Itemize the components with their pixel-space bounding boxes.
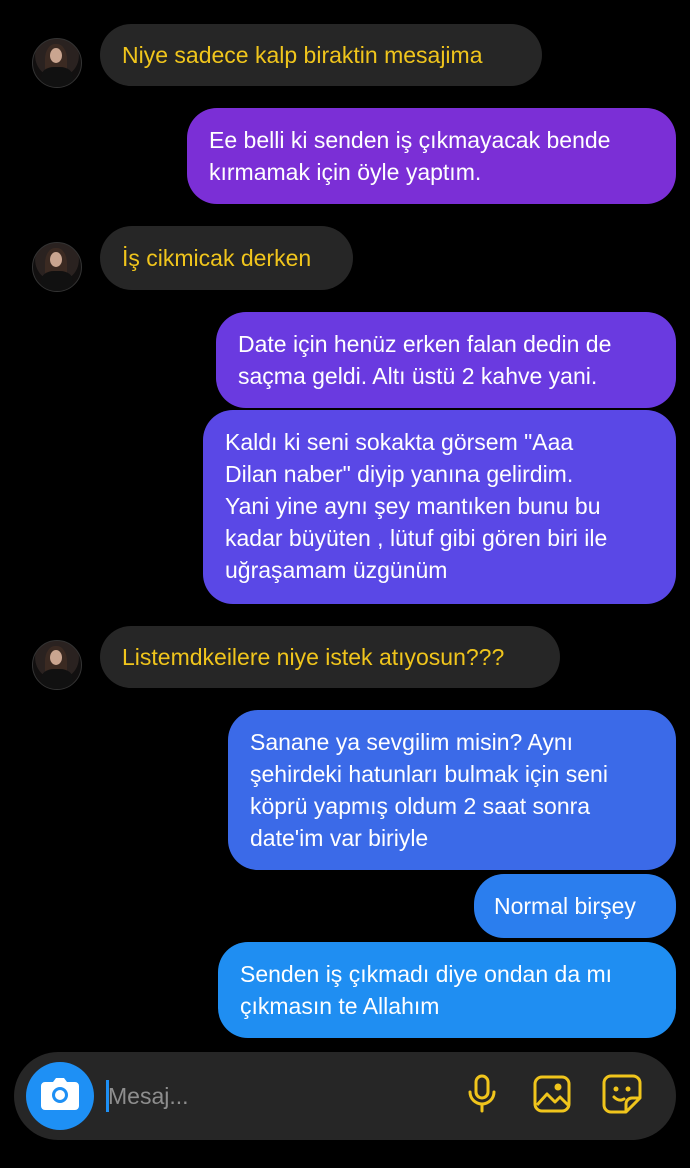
message-text: İş cikmicak derken <box>122 245 312 271</box>
message-text: Listemdkeilere niye istek atıyosun??? <box>122 644 505 670</box>
microphone-button[interactable] <box>460 1074 504 1118</box>
contact-avatar[interactable] <box>32 640 82 690</box>
message-line: kırmamak için öyle yaptım. <box>209 159 482 185</box>
message-line: Senden iş çıkmadı diye ondan da mı <box>240 961 613 987</box>
message-line: date'im var biriyle <box>250 825 429 851</box>
message-line: çıkmasın te Allahım <box>240 993 440 1019</box>
message-composer: Mesaj... <box>14 1052 676 1140</box>
outgoing-message[interactable]: Sanane ya sevgilim misin? Aynı şehirdeki… <box>228 710 676 870</box>
message-line: saçma geldi. Altı üstü 2 kahve yani. <box>238 363 598 389</box>
message-input[interactable]: Mesaj... <box>108 1081 189 1111</box>
outgoing-message[interactable]: Senden iş çıkmadı diye ondan da mı çıkma… <box>218 942 676 1038</box>
message-line: Dilan naber" diyip yanına gelirdim. <box>225 461 574 487</box>
outgoing-message[interactable]: Ee belli ki senden iş çıkmayacak bende k… <box>187 108 676 204</box>
sticker-icon <box>602 1074 642 1119</box>
message-text: Niye sadece kalp biraktin mesajima <box>122 42 483 68</box>
incoming-message[interactable]: Niye sadece kalp biraktin mesajima <box>100 24 542 86</box>
message-line: Kaldı ki seni sokakta görsem "Aaa <box>225 429 574 455</box>
message-line: kadar büyüten , lütuf gibi gören biri il… <box>225 525 608 551</box>
outgoing-message[interactable]: Kaldı ki seni sokakta görsem "Aaa Dilan … <box>203 410 676 604</box>
incoming-message[interactable]: İş cikmicak derken <box>100 226 353 290</box>
outgoing-message[interactable]: Date için henüz erken falan dedin de saç… <box>216 312 676 408</box>
sticker-button[interactable] <box>600 1074 644 1118</box>
message-line: şehirdeki hatunları bulmak için seni <box>250 761 608 787</box>
message-line: köprü yapmış oldum 2 saat sonra <box>250 793 591 819</box>
message-line: uğraşamam üzgünüm <box>225 557 448 583</box>
gallery-button[interactable] <box>530 1074 574 1118</box>
gallery-icon <box>533 1075 571 1118</box>
microphone-icon <box>467 1074 497 1119</box>
outgoing-message[interactable]: Normal birşey <box>474 874 676 938</box>
message-line: Date için henüz erken falan dedin de <box>238 331 612 357</box>
message-line: Normal birşey <box>494 893 636 919</box>
message-line: Yani yine aynı şey mantıken bunu bu <box>225 493 601 519</box>
camera-button[interactable] <box>26 1062 94 1130</box>
incoming-message[interactable]: Listemdkeilere niye istek atıyosun??? <box>100 626 560 688</box>
contact-avatar[interactable] <box>32 242 82 292</box>
message-line: Sanane ya sevgilim misin? Aynı <box>250 729 574 755</box>
camera-icon <box>41 1077 79 1115</box>
message-line: Ee belli ki senden iş çıkmayacak bende <box>209 127 611 153</box>
contact-avatar[interactable] <box>32 38 82 88</box>
